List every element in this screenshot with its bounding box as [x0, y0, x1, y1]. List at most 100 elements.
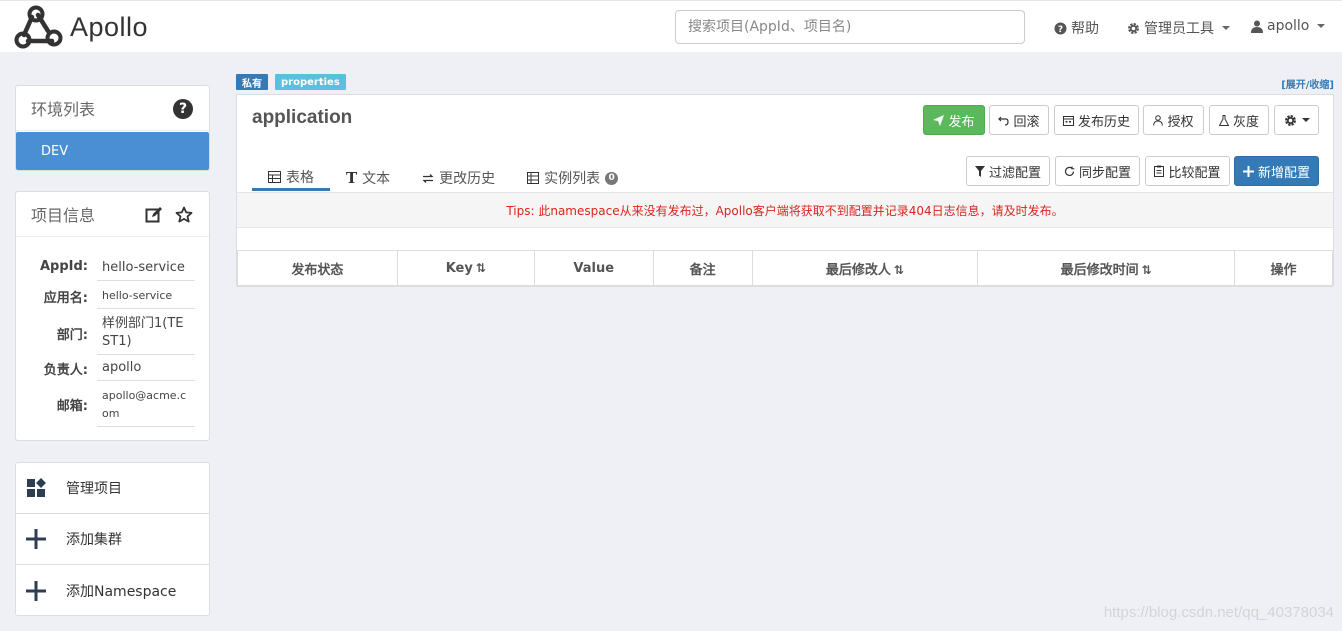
environment-list-title: 环境列表: [31, 100, 96, 119]
add-cluster-button[interactable]: 添加集群: [16, 514, 209, 565]
top-navbar: Apollo ? 帮助 管理员工具 apollo: [0, 0, 1342, 52]
tab-label: 表格: [286, 169, 314, 186]
tab-label: 实例列表: [544, 171, 601, 187]
info-value: hello-service: [97, 284, 195, 309]
info-row-email: 邮箱: apollo@acme.com: [16, 384, 211, 427]
user-name: apollo: [1267, 18, 1310, 34]
add-namespace-button[interactable]: 添加Namespace: [16, 565, 209, 616]
tab-table[interactable]: 表格: [252, 165, 330, 191]
info-row-department: 部门: 样例部门1(TEST1): [16, 312, 211, 355]
edit-icon[interactable]: [145, 206, 163, 224]
tab-label: 文本: [362, 171, 391, 187]
release-history-button[interactable]: 发布历史: [1054, 105, 1139, 135]
tab-change-history[interactable]: 更改历史: [406, 165, 511, 191]
calendar-icon: [1062, 115, 1074, 126]
project-actions-panel: 管理项目 添加集群 添加Namespace: [15, 462, 210, 616]
manage-project-button[interactable]: 管理项目: [16, 463, 209, 514]
svg-text:?: ?: [1058, 25, 1063, 35]
environment-list-panel: 环境列表 ? DEV: [15, 85, 210, 171]
gear-icon: [1284, 114, 1296, 126]
col-value: Value: [533, 250, 654, 287]
clipboard-icon: [1154, 165, 1165, 177]
help-label: 帮助: [1071, 21, 1099, 37]
apollo-logo[interactable]: Apollo: [14, 5, 148, 49]
col-last-modifier[interactable]: 最后修改人 ⇅: [751, 250, 979, 287]
instance-count-badge: 0: [605, 171, 619, 185]
gray-release-button[interactable]: 灰度: [1209, 105, 1269, 135]
col-publish-status: 发布状态: [237, 250, 398, 287]
rollback-label: 回滚: [1013, 114, 1040, 130]
refresh-icon: [1064, 166, 1075, 176]
watermark: https://blog.csdn.net/qq_40378034: [1103, 604, 1334, 621]
config-table: 发布状态 Key ⇅ Value 备注 最后修改人 ⇅ 最后修改时间 ⇅ 操作: [237, 250, 1333, 287]
info-row-app-name: 应用名: hello-service: [16, 284, 211, 309]
info-value: apollo@acme.com: [97, 384, 195, 427]
tab-instance-list[interactable]: 实例列表 0: [511, 165, 634, 191]
col-operation: 操作: [1234, 250, 1333, 287]
action-label: 添加集群: [66, 532, 122, 548]
admin-tools-label: 管理员工具: [1144, 21, 1214, 37]
plus-icon: [26, 580, 46, 601]
namespace-title: application: [252, 107, 353, 128]
sort-icon: ⇅: [893, 263, 904, 277]
release-history-label: 发布历史: [1077, 114, 1130, 130]
filter-config-label: 过滤配置: [988, 165, 1041, 181]
add-config-label: 新增配置: [1257, 165, 1310, 181]
table-header-row: 发布状态 Key ⇅ Value 备注 最后修改人 ⇅ 最后修改时间 ⇅ 操作: [237, 250, 1333, 287]
filter-config-button[interactable]: 过滤配置: [966, 156, 1050, 186]
apollo-logo-icon: [14, 5, 63, 49]
user-icon: [1153, 114, 1164, 126]
question-circle-icon[interactable]: ?: [173, 99, 193, 119]
user-menu-dropdown[interactable]: apollo: [1251, 18, 1326, 34]
paper-plane-icon: [933, 114, 945, 126]
col-comment: 备注: [652, 250, 753, 287]
info-row-appid: AppId: hello-service: [16, 256, 211, 281]
env-item-dev[interactable]: DEV: [16, 132, 209, 170]
add-config-button[interactable]: 新增配置: [1234, 156, 1319, 186]
sync-config-label: 同步配置: [1078, 165, 1131, 181]
publish-label: 发布: [948, 114, 975, 130]
transfer-icon: [422, 173, 434, 183]
user-icon: [1251, 20, 1263, 33]
question-circle-icon: ?: [1054, 22, 1067, 35]
info-value: hello-service: [97, 256, 195, 281]
sync-config-button[interactable]: 同步配置: [1055, 156, 1140, 186]
chevron-down-icon: [1317, 24, 1326, 28]
chevron-down-icon: [1222, 26, 1230, 30]
private-tag: 私有: [236, 74, 268, 90]
help-link[interactable]: ? 帮助: [1054, 18, 1099, 38]
filter-icon: [974, 165, 985, 177]
settings-dropdown-button[interactable]: [1274, 105, 1319, 135]
project-search-input[interactable]: [675, 10, 1025, 44]
star-icon[interactable]: [175, 206, 193, 224]
text-icon: T: [346, 169, 358, 187]
action-label: 添加Namespace: [66, 583, 177, 600]
col-key[interactable]: Key ⇅: [396, 250, 535, 287]
namespace-tabs: 表格 T 文本 更改历史 实例列表 0: [252, 165, 634, 191]
tab-text[interactable]: T 文本: [330, 165, 406, 191]
unpublished-tips-banner: Tips: 此namespace从来没有发布过，Apollo客户端将获取不到配置…: [237, 192, 1333, 228]
undo-icon: [998, 116, 1010, 126]
brand-name: Apollo: [70, 11, 149, 42]
format-tag: properties: [275, 74, 346, 90]
publish-button[interactable]: 发布: [923, 105, 985, 135]
environment-list-header: 环境列表 ?: [16, 86, 209, 131]
compare-config-button[interactable]: 比较配置: [1145, 156, 1230, 186]
grant-button[interactable]: 授权: [1143, 105, 1204, 135]
col-last-modified-time[interactable]: 最后修改时间 ⇅: [977, 250, 1236, 287]
info-label: 负责人:: [43, 363, 88, 378]
project-info-panel: 项目信息 AppId: hello-service 应用名: hello-ser…: [15, 191, 210, 441]
gray-release-label: 灰度: [1232, 114, 1259, 130]
expand-collapse-link[interactable]: [展开/收缩]: [1281, 76, 1334, 91]
info-row-owner: 负责人: apollo: [16, 356, 211, 381]
info-value: 样例部门1(TEST1): [97, 312, 195, 355]
info-label: 邮箱:: [56, 399, 88, 414]
admin-tools-dropdown[interactable]: 管理员工具: [1127, 18, 1230, 38]
rollback-button[interactable]: 回滚: [989, 105, 1049, 135]
table-icon: [268, 170, 281, 183]
info-label: 部门:: [56, 328, 88, 343]
namespace-panel: application 发布 回滚 发布历史 授权 灰度 表格 T 文本 更改历…: [236, 94, 1334, 287]
chevron-down-icon: [1301, 118, 1310, 122]
info-label: AppId:: [39, 259, 88, 274]
server-icon: [527, 172, 540, 184]
